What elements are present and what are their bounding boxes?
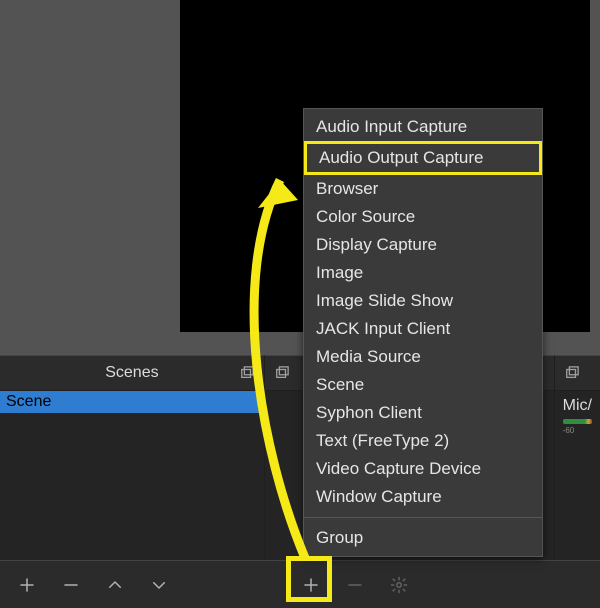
popout-icon[interactable] [238,364,256,382]
mixer-panel: Mic/ -60 [555,355,600,560]
menu-item-media-source[interactable]: Media Source [304,343,542,371]
menu-item-video-capture-device[interactable]: Video Capture Device [304,455,542,483]
bottom-toolbar [0,560,600,608]
sources-settings-button[interactable] [384,570,414,600]
scenes-header: Scenes [0,356,264,391]
scenes-add-button[interactable] [12,570,42,600]
menu-item-text-freetype[interactable]: Text (FreeType 2) [304,427,542,455]
mixer-level-bar [563,419,592,424]
mixer-scale: -60 [563,426,592,435]
mixer-header [555,356,600,391]
menu-item-syphon-client[interactable]: Syphon Client [304,399,542,427]
menu-item-audio-output-capture[interactable]: Audio Output Capture [304,141,542,175]
scene-item[interactable]: Scene [0,391,264,413]
scenes-list[interactable]: Scene [0,391,264,560]
menu-item-jack-input-client[interactable]: JACK Input Client [304,315,542,343]
mixer-track[interactable]: Mic/ -60 [555,391,600,441]
sources-add-button[interactable] [296,570,326,600]
menu-separator [304,517,542,518]
mixer-body: Mic/ -60 [555,391,600,560]
menu-item-window-capture[interactable]: Window Capture [304,483,542,511]
menu-item-display-capture[interactable]: Display Capture [304,231,542,259]
menu-item-image-slide-show[interactable]: Image Slide Show [304,287,542,315]
add-source-context-menu: Audio Input Capture Audio Output Capture… [303,108,543,557]
menu-item-group[interactable]: Group [304,524,542,552]
menu-item-scene[interactable]: Scene [304,371,542,399]
menu-item-audio-input-capture[interactable]: Audio Input Capture [304,113,542,141]
popout-icon[interactable] [273,364,291,382]
sources-remove-button[interactable] [340,570,370,600]
menu-item-image[interactable]: Image [304,259,542,287]
scenes-remove-button[interactable] [56,570,86,600]
scenes-panel: Scenes Scene [0,355,265,560]
menu-item-color-source[interactable]: Color Source [304,203,542,231]
scenes-up-button[interactable] [100,570,130,600]
popout-icon[interactable] [563,364,581,382]
mixer-track-label: Mic/ [563,397,592,415]
menu-item-browser[interactable]: Browser [304,175,542,203]
scenes-title: Scenes [105,364,158,382]
scenes-down-button[interactable] [144,570,174,600]
